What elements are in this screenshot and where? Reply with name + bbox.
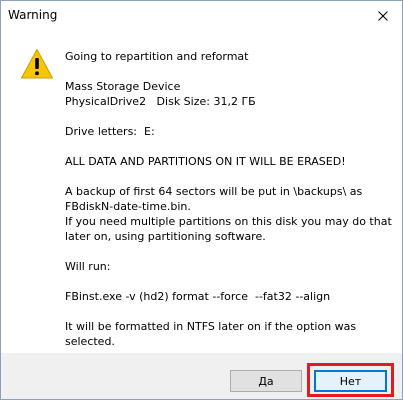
message-line: Drive letters: E: xyxy=(65,125,155,138)
title-bar: Warning xyxy=(1,1,402,32)
button-bar: Да Нет xyxy=(1,353,402,399)
close-icon xyxy=(378,11,388,21)
message-line: later on, using partitioning software. xyxy=(65,230,266,243)
message-line: It will be formatted in NTFS later on if… xyxy=(65,320,357,333)
message-line: If you need multiple partitions on this … xyxy=(65,215,392,228)
message-line xyxy=(65,169,395,184)
message-line xyxy=(65,64,395,79)
message-line xyxy=(65,244,395,259)
message-line: selected. xyxy=(65,335,115,348)
message-line xyxy=(65,274,395,289)
no-button[interactable]: Нет xyxy=(314,370,387,392)
message-line: FBinst.exe -v (hd2) format --force --fat… xyxy=(65,290,331,303)
message-line: PhysicalDrive2 Disk Size: 31,2 ГБ xyxy=(65,95,256,108)
message-text: Going to repartition and reformat Mass St… xyxy=(65,49,395,379)
close-button[interactable] xyxy=(371,5,395,27)
message-line: ALL DATA AND PARTITIONS ON IT WILL BE ER… xyxy=(65,155,346,168)
message-line xyxy=(65,139,395,154)
warning-dialog: Warning Going to repartition and reforma… xyxy=(0,0,403,400)
message-line xyxy=(65,109,395,124)
yes-button[interactable]: Да xyxy=(230,370,302,392)
message-line: A backup of first 64 sectors will be put… xyxy=(65,185,363,198)
message-line: Going to repartition and reformat xyxy=(65,50,249,63)
message-line xyxy=(65,304,395,319)
message-line: Will run: xyxy=(65,260,111,273)
window-title: Warning xyxy=(8,8,58,22)
message-line: Mass Storage Device xyxy=(65,80,181,93)
warning-icon xyxy=(20,48,54,80)
message-line: FBdiskN-date-time.bin. xyxy=(65,200,191,213)
